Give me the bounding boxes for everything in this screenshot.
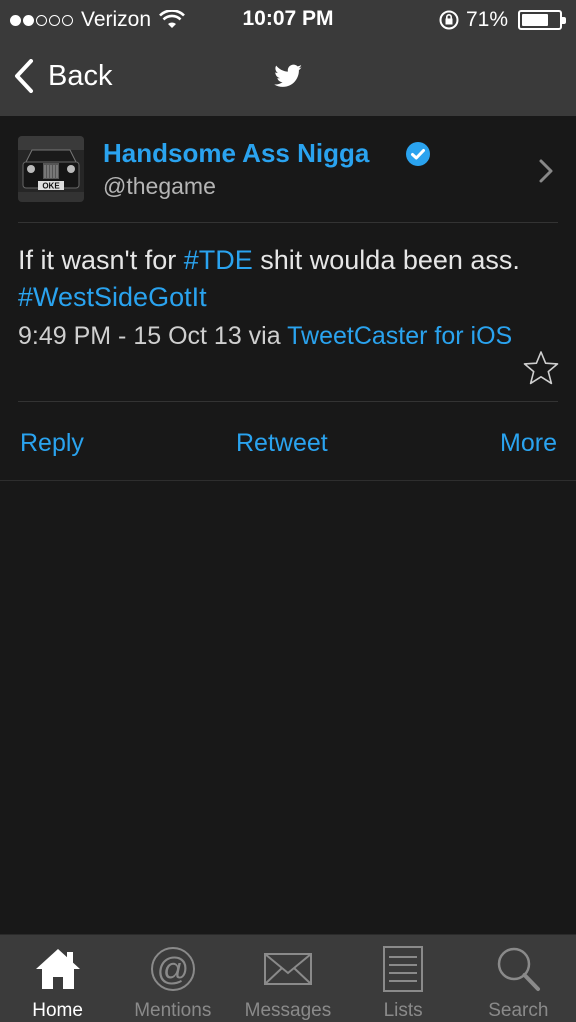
back-button[interactable]: Back (14, 56, 112, 96)
divider (18, 401, 558, 402)
favorite-star-icon[interactable] (522, 350, 560, 386)
chevron-right-icon[interactable] (538, 158, 554, 184)
divider (0, 480, 576, 481)
tweet-meta: 9:49 PM - 15 Oct 13 via TweetCaster for … (18, 320, 518, 352)
status-bar: Verizon 10:07 PM 71% (0, 0, 576, 40)
tweet-timestamp: 9:49 PM - 15 Oct 13 via (18, 322, 288, 350)
svg-text:@: @ (157, 951, 189, 987)
envelope-icon (263, 953, 312, 985)
tab-label: Search (488, 1000, 549, 1021)
tab-lists[interactable]: Lists (346, 935, 461, 1022)
rotation-lock-icon (439, 10, 459, 30)
home-icon (35, 949, 80, 989)
tab-label: Messages (244, 1000, 332, 1021)
tab-mentions[interactable]: @ Mentions (115, 935, 230, 1022)
list-icon (383, 946, 424, 992)
battery-info: 71% (438, 7, 566, 33)
back-label: Back (48, 59, 113, 92)
search-icon (498, 947, 541, 991)
user-handle[interactable]: @thegame (103, 173, 216, 200)
hashtag-link[interactable]: #WestSideGotIt (18, 282, 207, 312)
divider (18, 222, 558, 223)
tab-messages[interactable]: Messages (230, 935, 345, 1022)
hashtag-link[interactable]: #TDE (184, 245, 253, 275)
tweet-text: If it wasn't for #TDE shit woulda been a… (18, 242, 538, 316)
twitter-bird-icon (274, 64, 302, 87)
at-sign-icon: @ (150, 947, 195, 991)
verified-badge-icon (406, 142, 430, 166)
reply-button[interactable]: Reply (20, 429, 84, 458)
tweet-actions: Reply Retweet More (0, 421, 576, 465)
more-button[interactable]: More (500, 429, 557, 458)
battery-icon (518, 10, 566, 30)
display-name[interactable]: Handsome Ass Nigga (103, 138, 369, 169)
tweet-text-part: If it wasn't for (18, 245, 184, 275)
tab-label: Lists (383, 1000, 423, 1021)
source-link[interactable]: TweetCaster for iOS (287, 322, 512, 350)
tab-bar: Home @ Mentions Messages Lists Search (0, 934, 576, 1022)
tab-search[interactable]: Search (461, 935, 576, 1022)
retweet-button[interactable]: Retweet (236, 429, 328, 458)
avatar[interactable]: OKE (18, 136, 84, 202)
tweet-text-part: shit woulda been ass. (252, 245, 520, 275)
chevron-left-icon (15, 59, 33, 93)
tab-label: Home (32, 1000, 83, 1021)
tab-home[interactable]: Home (0, 935, 115, 1022)
battery-percent: 71% (465, 8, 508, 31)
avatar-plate-text: OKE (42, 182, 60, 191)
avatar-car-image: OKE (18, 136, 84, 202)
tab-label: Mentions (134, 1000, 212, 1021)
navigation-bar: Back (0, 40, 576, 116)
